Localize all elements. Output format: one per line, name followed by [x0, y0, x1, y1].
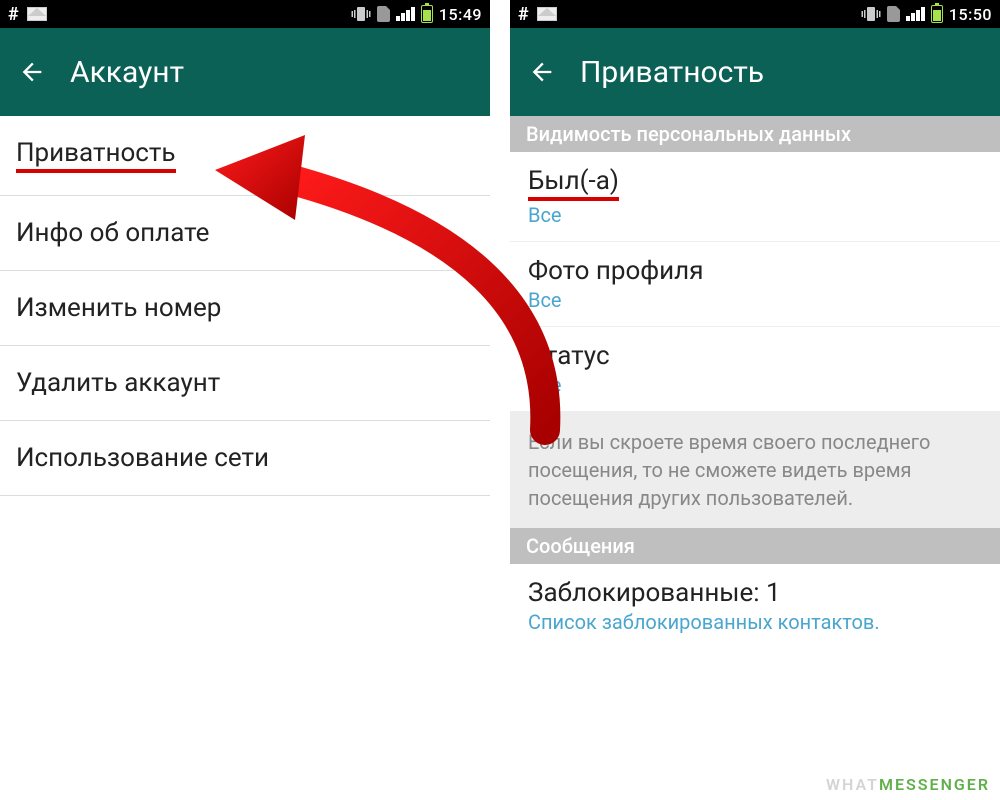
item-label: Приватность: [16, 138, 176, 173]
pref-last-seen[interactable]: Был(-а) Все: [510, 152, 1000, 242]
signal-icon: [906, 7, 925, 21]
signal-icon: [396, 7, 415, 21]
back-icon[interactable]: [18, 58, 46, 86]
section-personal-data: Видимость персональных данных: [510, 116, 1000, 152]
back-icon[interactable]: [528, 58, 556, 86]
page-title: Аккаунт: [70, 55, 184, 90]
pref-sub-label: Все: [528, 288, 982, 312]
page-title: Приватность: [580, 55, 764, 90]
pref-sub-label: Все: [528, 373, 982, 397]
hash-icon: #: [8, 4, 19, 25]
vibrate-icon: [351, 5, 371, 23]
item-payment-info[interactable]: Инфо об оплате: [0, 196, 490, 271]
app-bar: Аккаунт: [0, 28, 490, 116]
privacy-note: Если вы скроете время своего последнего …: [510, 412, 1000, 528]
mail-icon: [537, 7, 557, 21]
mail-icon: [27, 7, 47, 21]
app-bar: Приватность: [510, 28, 1000, 116]
battery-icon: [421, 5, 433, 23]
settings-list: Приватность Инфо об оплате Изменить номе…: [0, 116, 490, 800]
sim-icon: [377, 6, 390, 22]
status-bar: # 15:50: [510, 0, 1000, 28]
left-screenshot: # 15:49 Аккаунт Приватность: [0, 0, 490, 800]
sim-icon: [887, 6, 900, 22]
pref-sub-label: Список заблокированных контактов.: [528, 610, 982, 634]
pref-title-label: Статус: [528, 341, 982, 371]
pref-title-label: Был(-а): [528, 166, 619, 201]
pref-blocked[interactable]: Заблокированные: 1 Список заблокированны…: [510, 564, 1000, 648]
vibrate-icon: [861, 5, 881, 23]
pref-profile-photo[interactable]: Фото профиля Все: [510, 242, 1000, 327]
privacy-content: Видимость персональных данных Был(-а) Вс…: [510, 116, 1000, 800]
pref-status[interactable]: Статус Все: [510, 327, 1000, 412]
pref-sub-label: Все: [528, 203, 982, 227]
status-time: 15:49: [439, 5, 482, 24]
watermark: WHATMESSENGER: [826, 775, 990, 794]
section-messages: Сообщения: [510, 528, 1000, 564]
status-time: 15:50: [949, 5, 992, 24]
hash-icon: #: [518, 4, 529, 25]
battery-icon: [931, 5, 943, 23]
pref-title-label: Фото профиля: [528, 256, 982, 286]
right-screenshot: # 15:50 Приватность Видимость персональн…: [510, 0, 1000, 800]
pref-title-label: Заблокированные: 1: [528, 578, 982, 608]
item-delete-account[interactable]: Удалить аккаунт: [0, 346, 490, 421]
status-bar: # 15:49: [0, 0, 490, 28]
item-change-number[interactable]: Изменить номер: [0, 271, 490, 346]
item-network-usage[interactable]: Использование сети: [0, 421, 490, 496]
item-privacy[interactable]: Приватность: [0, 116, 490, 196]
